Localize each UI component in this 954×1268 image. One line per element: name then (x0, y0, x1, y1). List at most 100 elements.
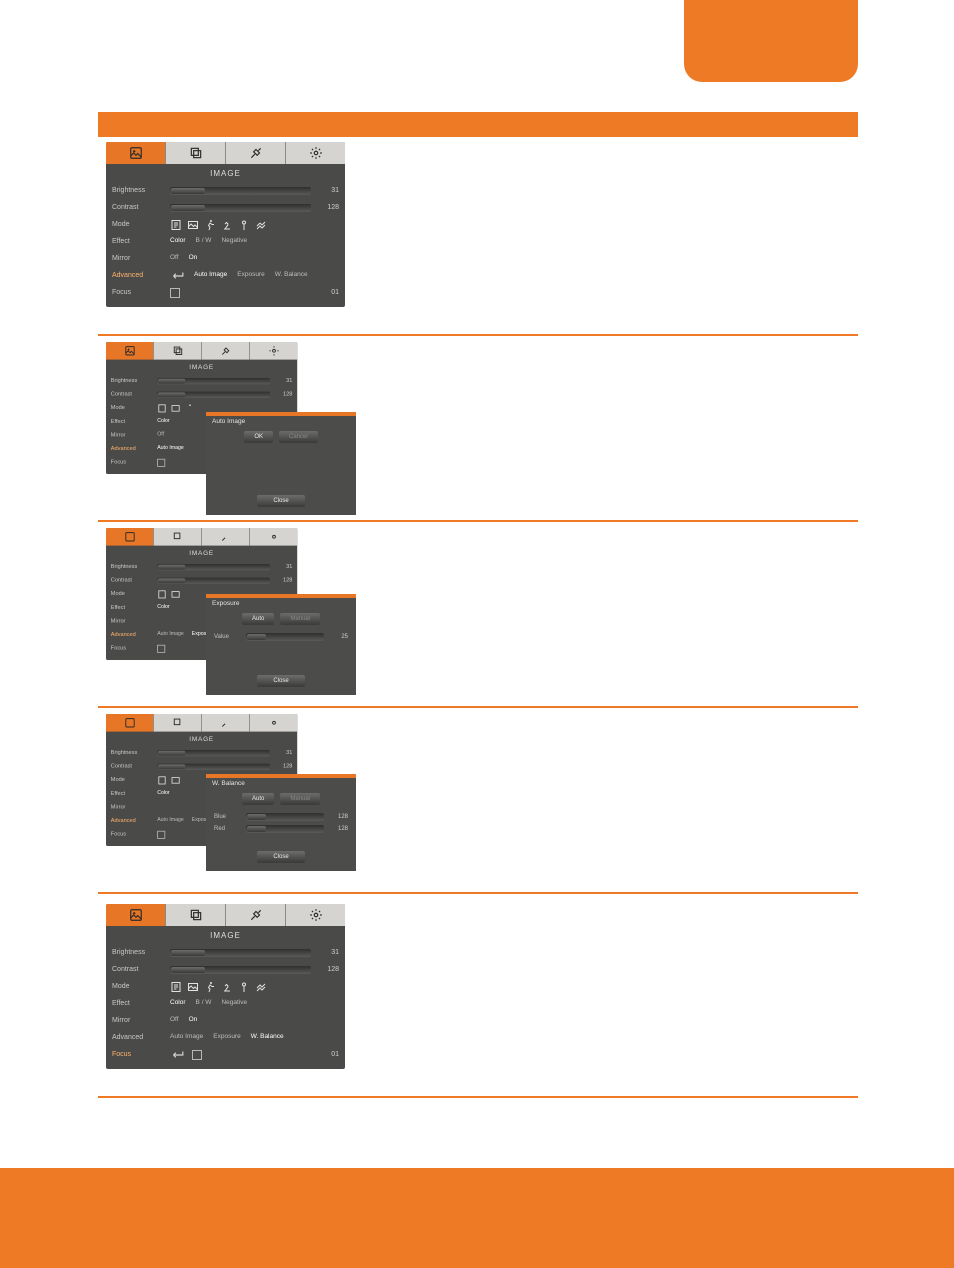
focus-value: 01 (317, 289, 339, 296)
mode-microscope-icon[interactable] (221, 219, 233, 231)
osd-panel: IMAGE Brightness 31 Contrast 128 Mode (106, 142, 345, 307)
mode-macro-icon[interactable] (238, 219, 250, 231)
contrast-label: Contrast (112, 204, 164, 211)
tab-image[interactable] (106, 904, 165, 926)
wbalance-auto-button[interactable]: Auto (242, 793, 274, 805)
effect-negative[interactable]: Negative (221, 238, 247, 245)
row-advanced-item[interactable]: Advanced Auto Image Exposure W. Balance (112, 267, 339, 284)
tab-capture[interactable] (165, 904, 225, 926)
popup-cancel-button[interactable]: Cancel (279, 431, 318, 443)
row-auto-image-thumb: IMAGE Brightness31 Contrast128 Mode Effe… (106, 342, 356, 516)
contrast-value: 128 (317, 204, 339, 211)
wbalance-blue-value: 128 (330, 814, 348, 820)
row-focus[interactable]: Focus 01 (112, 284, 339, 301)
exposure-auto-button[interactable]: Auto (242, 613, 274, 625)
tools-icon (220, 345, 231, 356)
popup-close-button[interactable]: Close (257, 675, 304, 687)
wbalance-blue-slider[interactable] (246, 813, 324, 821)
row-wbalance-thumb: IMAGE Brightness31 Contrast128 Mode Effe… (106, 714, 356, 888)
tab-settings[interactable] (249, 528, 297, 546)
row-mirror[interactable]: Mirror Off On (112, 250, 339, 267)
row-auto-image: IMAGE Brightness31 Contrast128 Mode Effe… (98, 342, 858, 524)
mirror-off[interactable]: Off (170, 255, 179, 262)
row-wbalance: IMAGE Brightness31 Contrast128 Mode Effe… (98, 714, 858, 896)
popup-close-button[interactable]: Close (257, 851, 304, 863)
tab-capture[interactable] (153, 528, 201, 546)
exposure-manual-button[interactable]: Manual (280, 613, 320, 625)
adv-exposure[interactable]: Exposure (237, 272, 264, 279)
row-divider (98, 706, 858, 708)
row-mode[interactable]: Mode (112, 216, 339, 233)
row-brightness[interactable]: Brightness 31 (112, 944, 339, 961)
adv-wbalance[interactable]: W. Balance (275, 272, 308, 279)
popup-exposure: Exposure Auto Manual Value 25 Close (206, 594, 356, 695)
mode-microscope-icon[interactable] (221, 981, 233, 993)
tab-tools[interactable] (201, 342, 249, 360)
brightness-value: 31 (317, 187, 339, 194)
tab-image[interactable] (106, 714, 153, 732)
mode-motion-icon[interactable] (204, 219, 216, 231)
row-advanced-item[interactable]: Advanced Auto Image Exposure W. Balance (112, 1029, 339, 1046)
osd-title: IMAGE (106, 360, 297, 374)
exposure-value-slider[interactable] (246, 633, 324, 641)
tab-settings[interactable] (249, 714, 297, 732)
focus-label: Focus (112, 1051, 164, 1058)
tab-capture[interactable] (153, 342, 201, 360)
row-divider (98, 892, 858, 894)
row-divider (98, 334, 858, 336)
osd-tabstrip (106, 142, 345, 164)
focus-box-icon (170, 288, 180, 298)
tab-settings[interactable] (285, 904, 345, 926)
wbalance-manual-button[interactable]: Manual (280, 793, 320, 805)
wbalance-red-slider[interactable] (246, 825, 324, 833)
row-focus-item[interactable]: Focus 01 (112, 1046, 339, 1063)
effect-color[interactable]: Color (170, 238, 186, 245)
popup-auto-image: Auto Image OK Cancel Close (206, 412, 356, 515)
tools-icon (249, 908, 263, 922)
row-mirror[interactable]: Mirror Off On (112, 1012, 339, 1029)
mode-motion-icon[interactable] (204, 981, 216, 993)
tab-capture[interactable] (153, 714, 201, 732)
footer-band (0, 1168, 954, 1268)
tab-settings[interactable] (249, 342, 297, 360)
tab-image[interactable] (106, 142, 165, 164)
tab-tools[interactable] (225, 142, 285, 164)
image-icon (129, 908, 143, 922)
enter-icon (170, 1050, 184, 1060)
effect-bw[interactable]: B / W (196, 238, 212, 245)
mode-infinity-icon[interactable] (255, 981, 267, 993)
tab-tools[interactable] (201, 714, 249, 732)
tab-tools[interactable] (225, 904, 285, 926)
tab-tools[interactable] (201, 528, 249, 546)
row-divider (98, 520, 858, 522)
tab-image[interactable] (106, 528, 153, 546)
mode-image-icon[interactable] (187, 219, 199, 231)
mode-macro-icon[interactable] (238, 981, 250, 993)
mode-infinity-icon[interactable] (255, 219, 267, 231)
mode-text-icon[interactable] (170, 981, 182, 993)
tab-settings[interactable] (285, 142, 345, 164)
contrast-slider[interactable] (170, 204, 311, 212)
wbalance-red-label: Red (214, 826, 240, 832)
row-mode[interactable]: Mode (112, 978, 339, 995)
tab-image[interactable] (106, 342, 153, 360)
row-effect[interactable]: Effect Color B / W Negative (112, 233, 339, 250)
mode-text-icon[interactable] (170, 219, 182, 231)
wbalance-blue-label: Blue (214, 814, 240, 820)
mode-image-icon[interactable] (187, 981, 199, 993)
row-contrast[interactable]: Contrast 128 (112, 199, 339, 216)
row-focus-thumb: IMAGE Brightness 31 Contrast 128 Mode (106, 904, 345, 1069)
image-icon (124, 345, 135, 356)
popup-title: W. Balance (206, 778, 356, 787)
popup-title: Auto Image (206, 416, 356, 425)
adv-auto-image[interactable]: Auto Image (194, 272, 227, 279)
mode-icons (170, 219, 267, 231)
popup-ok-button[interactable]: OK (244, 431, 273, 443)
tab-capture[interactable] (165, 142, 225, 164)
popup-close-button[interactable]: Close (257, 495, 304, 507)
mirror-on[interactable]: On (189, 255, 198, 262)
row-contrast[interactable]: Contrast 128 (112, 961, 339, 978)
row-effect[interactable]: Effect Color B / W Negative (112, 995, 339, 1012)
row-brightness[interactable]: Brightness 31 (112, 182, 339, 199)
brightness-slider[interactable] (170, 187, 311, 195)
